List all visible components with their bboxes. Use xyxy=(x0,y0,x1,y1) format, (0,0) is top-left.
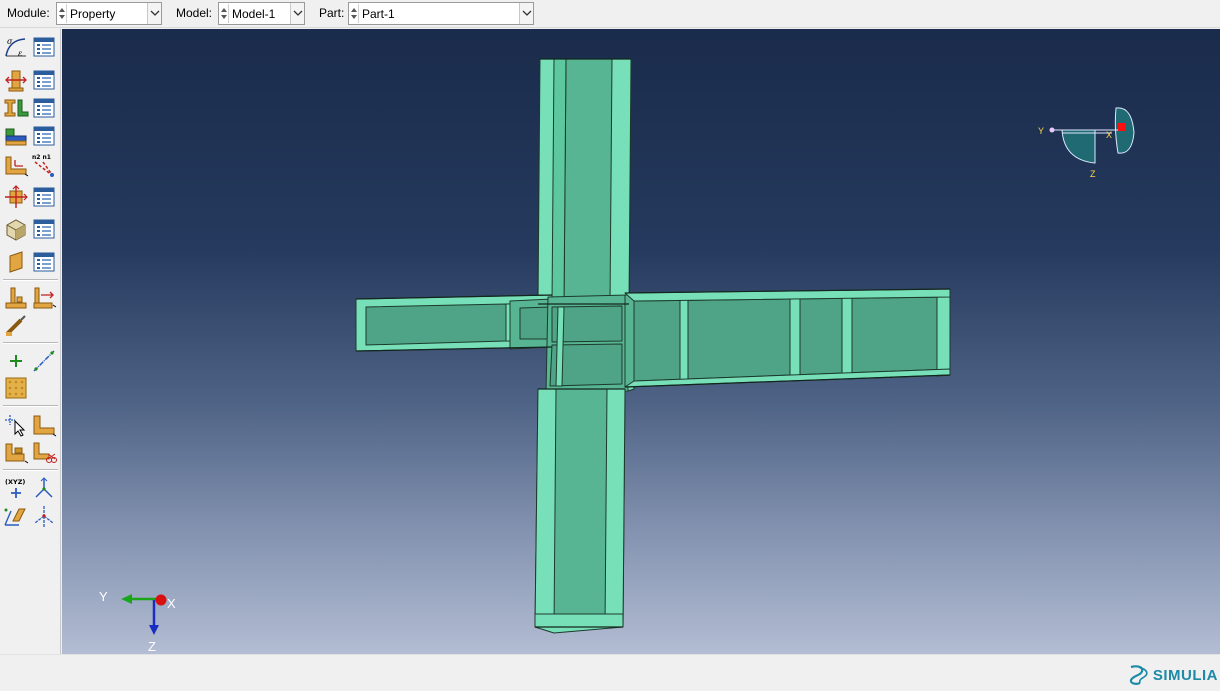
view-cube[interactable]: Y X Z xyxy=(1038,107,1135,179)
brand-name: SIMULIA xyxy=(1152,666,1218,684)
assign-normal-icon[interactable]: n2 n1 xyxy=(31,152,57,178)
column-upper-inner-edge xyxy=(551,58,567,305)
column-upper-right-wall xyxy=(609,58,632,305)
svg-text:σ: σ xyxy=(7,37,13,46)
svg-text:n2 n1: n2 n1 xyxy=(32,154,51,161)
model-label: Model: xyxy=(176,6,213,20)
partition-cell-icon[interactable] xyxy=(3,439,29,465)
status-bar: SIMULIA xyxy=(0,654,1220,691)
material-manager-icon[interactable] xyxy=(31,34,57,60)
create-datum-axis-icon[interactable] xyxy=(31,348,57,374)
toolbox-separator xyxy=(3,405,58,407)
right-beam-divider-3 xyxy=(841,294,853,380)
view-cube-y-label: Y xyxy=(1038,126,1044,136)
right-beam-divider-1 xyxy=(679,298,689,385)
module-spinner[interactable] xyxy=(58,4,67,23)
simulia-logo: SIMULIA xyxy=(1127,663,1218,687)
model-value: Model-1 xyxy=(232,7,276,21)
joint-inner-wall xyxy=(555,306,565,387)
column-bottom-cap xyxy=(534,613,624,634)
coordinate-triad: Y X Z xyxy=(99,589,176,654)
create-composite-layup-icon[interactable] xyxy=(3,216,29,242)
view-cube-x-label: X xyxy=(1106,130,1112,140)
part-combo[interactable]: Part-1 xyxy=(348,2,534,25)
datum-axis-triad-icon[interactable] xyxy=(31,503,57,529)
context-bar: Module: Property Model: Model-1 Part: Pa… xyxy=(0,0,1220,28)
right-beam-end-wall xyxy=(936,290,951,377)
model-spinner[interactable] xyxy=(220,4,229,23)
left-beam-face xyxy=(365,303,507,346)
create-material-icon[interactable]: σε xyxy=(3,34,29,60)
section-manager-icon[interactable] xyxy=(31,67,57,93)
property-toolbox: σε n2 n1 (XYZ) xyxy=(0,29,61,654)
create-datum-point-icon[interactable] xyxy=(3,348,29,374)
triad-y-label: Y xyxy=(99,589,108,604)
orientation-manager-icon[interactable] xyxy=(31,184,57,210)
ds-logo-icon xyxy=(1129,665,1148,685)
special-inertia-icon[interactable] xyxy=(3,285,29,311)
assign-material-orientation-icon[interactable] xyxy=(3,152,29,178)
create-point-coordinates-icon[interactable] xyxy=(3,503,29,529)
triad-x-label: X xyxy=(167,596,176,611)
create-section-icon[interactable] xyxy=(3,67,29,93)
datum-csys-triad-icon[interactable] xyxy=(31,475,57,501)
assign-section-icon[interactable] xyxy=(3,123,29,149)
toolbox-separator xyxy=(3,469,58,471)
column-lower-left-wall xyxy=(534,388,557,628)
partition-face-icon[interactable] xyxy=(31,412,57,438)
part-3d-view[interactable]: Y X Z Y X Z xyxy=(62,29,1220,654)
assign-beam-orientation-icon[interactable] xyxy=(3,184,29,210)
toolbox-separator xyxy=(3,279,58,281)
create-profile-icon[interactable] xyxy=(3,95,29,121)
svg-text:(XYZ): (XYZ) xyxy=(5,478,25,486)
right-beam-divider-2 xyxy=(789,295,801,382)
skin-manager-icon[interactable] xyxy=(31,249,57,275)
part-spinner[interactable] xyxy=(350,4,359,23)
chevron-down-icon[interactable] xyxy=(290,3,304,24)
module-value: Property xyxy=(70,7,116,21)
part-value: Part-1 xyxy=(362,7,395,21)
module-label: Module: xyxy=(7,6,50,20)
create-datum-csys-icon[interactable]: (XYZ) xyxy=(3,475,29,501)
column-lower-right-wall xyxy=(604,388,626,628)
edit-stringer-icon[interactable] xyxy=(3,312,29,338)
section-assignment-manager-icon[interactable] xyxy=(31,123,57,149)
profile-manager-icon[interactable] xyxy=(31,95,57,121)
query-icon[interactable] xyxy=(3,412,29,438)
triad-z-label: Z xyxy=(148,639,156,654)
module-combo[interactable]: Property xyxy=(56,2,162,25)
chevron-down-icon[interactable] xyxy=(519,3,533,24)
chevron-down-icon[interactable] xyxy=(147,3,161,24)
svg-text:ε: ε xyxy=(18,49,22,58)
special-springs-icon[interactable] xyxy=(31,285,57,311)
part-label: Part: xyxy=(319,6,345,20)
create-skin-icon[interactable] xyxy=(3,249,29,275)
toolbox-separator xyxy=(3,342,58,344)
composite-layup-manager-icon[interactable] xyxy=(31,216,57,242)
model-combo[interactable]: Model-1 xyxy=(218,2,305,25)
graphics-viewport[interactable]: Y X Z Y X Z xyxy=(62,29,1220,654)
repair-icon[interactable] xyxy=(31,439,57,465)
view-cube-z-label: Z xyxy=(1090,169,1096,179)
create-datum-plane-icon[interactable] xyxy=(3,375,29,401)
